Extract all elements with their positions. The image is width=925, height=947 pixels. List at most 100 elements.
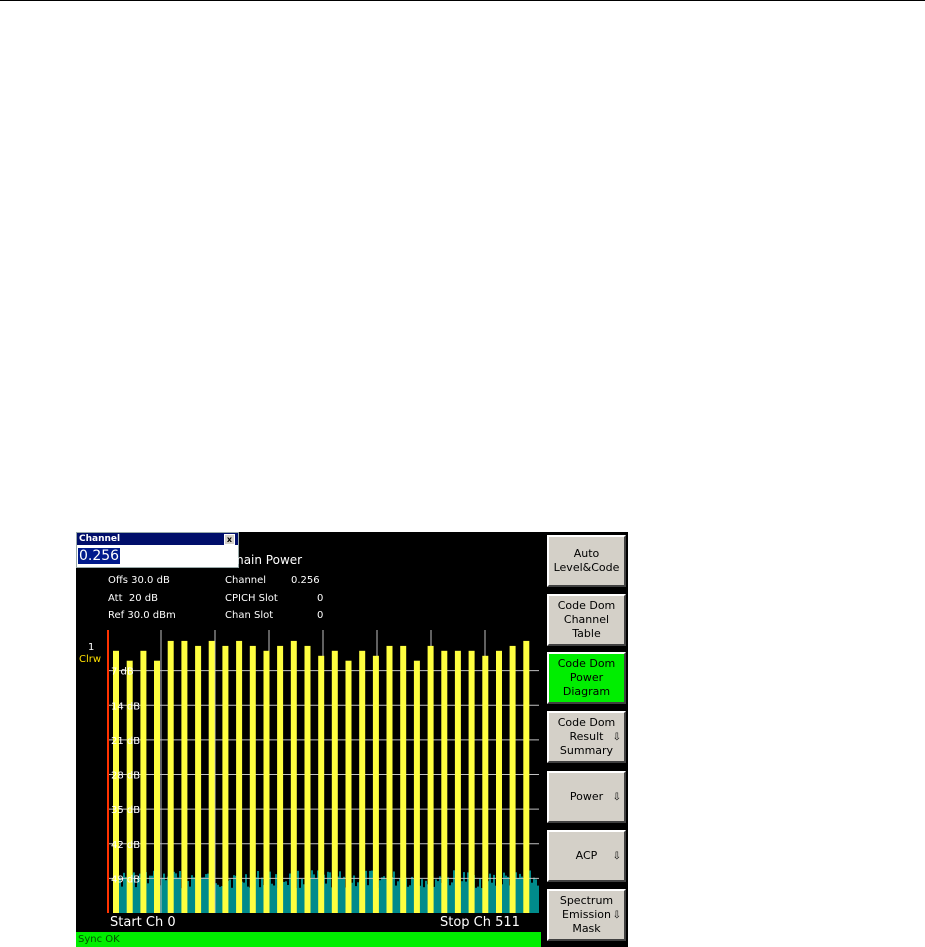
channel-power-bar	[181, 640, 188, 913]
page-top-rule	[0, 0, 925, 1]
status-bar: Sync OK	[76, 932, 541, 947]
channel-power-bar	[482, 655, 489, 913]
softkey-power[interactable]: Power ⇩	[547, 771, 626, 823]
noise-bin	[275, 874, 277, 913]
softkey-code-dom-channel-table[interactable]: Code Dom Channel Table	[547, 594, 626, 646]
channel-power-bar	[454, 650, 461, 913]
softkey-label: Spectrum Emission Mask	[559, 894, 614, 935]
noise-bin	[165, 880, 167, 913]
noise-bin	[421, 879, 423, 913]
noise-bin	[121, 886, 123, 913]
noise-bin	[163, 873, 165, 913]
noise-bin	[531, 882, 533, 913]
noise-bin	[219, 886, 221, 913]
channel-power-bar	[331, 650, 338, 913]
noise-bin	[439, 876, 441, 913]
close-icon[interactable]: x	[224, 534, 235, 545]
noise-bin	[135, 887, 137, 913]
channel-power-bar	[345, 660, 352, 913]
noise-bin	[285, 881, 287, 913]
noise-bin	[297, 870, 299, 913]
softkey-auto-level-code[interactable]: Auto Level&Code	[547, 535, 626, 587]
noise-bin	[229, 879, 231, 913]
channel-power-bar	[167, 640, 174, 913]
noise-bin	[259, 887, 261, 913]
y-tick-label: 21 dB	[111, 736, 140, 747]
channel-power-bar	[496, 650, 502, 913]
trace-mode: Clrw	[79, 654, 102, 665]
noise-bin	[179, 871, 181, 913]
noise-bin	[519, 873, 521, 913]
channel-power-bar	[263, 650, 270, 913]
y-tick-label: 42 dB	[111, 840, 140, 851]
channel-power-bar	[509, 645, 516, 913]
noise-bin	[231, 887, 233, 913]
channel-power-bar	[523, 640, 530, 913]
noise-bin	[435, 879, 437, 913]
y-tick-label: 7 dB	[111, 667, 134, 678]
noise-bin	[383, 876, 385, 913]
noise-bin	[537, 885, 539, 913]
noise-bin	[355, 886, 357, 913]
channel-power-bar	[359, 650, 366, 913]
chan-slot-value: 0	[317, 610, 324, 621]
softkey-acp[interactable]: ACP ⇩	[547, 830, 626, 882]
noise-bin	[189, 886, 191, 913]
softkey-spectrum-emission-mask[interactable]: Spectrum Emission Mask ⇩	[547, 889, 626, 941]
softkey-code-dom-power-diagram[interactable]: Code Dom Power Diagram	[547, 652, 626, 704]
submenu-arrow-icon: ⇩	[612, 909, 621, 921]
noise-bin	[343, 876, 345, 913]
noise-bin	[203, 877, 205, 913]
cpich-slot-value: 0	[317, 593, 324, 604]
noise-bin	[367, 885, 369, 913]
noise-bin	[273, 885, 275, 913]
channel-power-bar	[468, 650, 475, 913]
submenu-arrow-icon: ⇩	[612, 731, 621, 743]
channel-power-bar	[441, 650, 448, 913]
chan-slot-label: Chan Slot	[225, 610, 274, 621]
noise-bin	[521, 876, 523, 913]
noise-bin	[245, 874, 247, 913]
channel-power-bar	[277, 645, 284, 913]
noise-bin	[339, 871, 341, 913]
channel-input-dialog[interactable]: Channel x 0.256	[76, 532, 239, 568]
noise-bin	[287, 885, 289, 913]
noise-bin	[193, 877, 195, 913]
submenu-arrow-icon: ⇩	[612, 850, 621, 862]
channel-power-bar	[208, 640, 215, 913]
channel-power-bar	[386, 645, 393, 913]
noise-bin	[151, 875, 153, 913]
noise-bin	[477, 886, 479, 913]
noise-bin	[395, 885, 397, 913]
noise-bin	[425, 880, 427, 913]
noise-bin	[283, 881, 285, 913]
noise-bin	[301, 879, 303, 913]
softkey-code-dom-result-summary[interactable]: Code Dom Result Summary ⇩	[547, 711, 626, 763]
code-domain-power-diagram: 7 dB 14 dB 21 dB 28 dB 35 dB 42 dB 49 dB	[107, 630, 539, 913]
softkey-label: Power	[569, 790, 604, 803]
noise-bin	[493, 874, 495, 913]
submenu-arrow-icon: ⇩	[612, 791, 621, 803]
noise-bin	[533, 877, 535, 913]
noise-bin	[357, 882, 359, 913]
channel-power-bar	[318, 655, 325, 913]
channel-value-field[interactable]: 0.256	[78, 548, 121, 564]
offset-readout: Offs 30.0 dB	[108, 575, 170, 586]
noise-bin	[257, 871, 259, 913]
trace-number: 1	[88, 642, 95, 653]
start-channel-label: Start Ch 0	[110, 915, 176, 930]
noise-bin	[449, 885, 451, 913]
noise-bin	[191, 875, 193, 913]
noise-bin	[507, 876, 509, 913]
noise-bin	[535, 879, 537, 913]
softkey-label: ACP	[575, 849, 598, 862]
channel-power-bar	[400, 645, 407, 913]
noise-bin	[353, 875, 355, 913]
noise-bin	[397, 881, 399, 913]
noise-bin	[489, 873, 491, 913]
channel-power-bar	[195, 645, 202, 913]
noise-bin	[465, 881, 467, 913]
noise-bin	[205, 874, 207, 913]
channel-power-bar	[140, 650, 147, 913]
channel-power-bar	[413, 660, 420, 913]
